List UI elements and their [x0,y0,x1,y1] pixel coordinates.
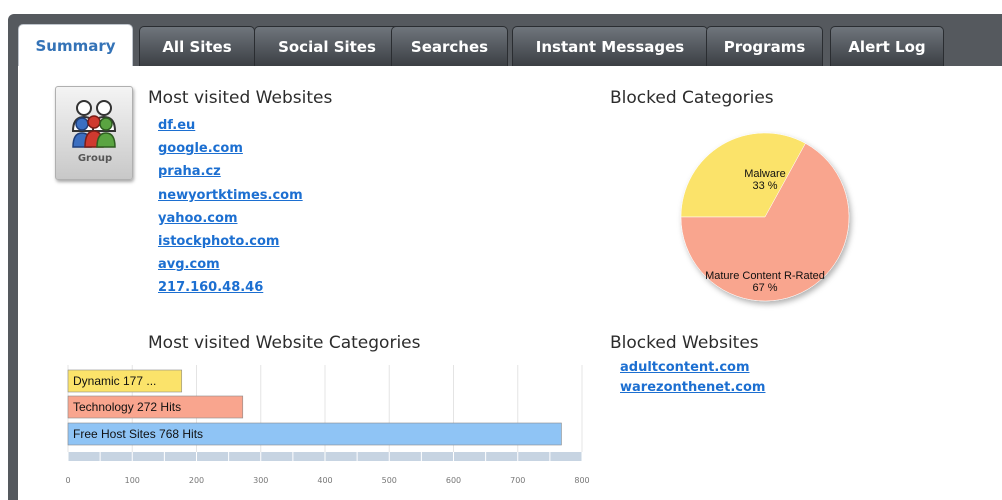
pie-label: Mature Content R-Rated [705,270,825,282]
x-tick-label: 600 [446,476,461,485]
tab-social-sites[interactable]: Social Sites [254,26,400,66]
x-tick-label: 400 [317,476,332,485]
most-visited-categories-heading: Most visited Website Categories [148,333,421,353]
site-link[interactable]: newyortktimes.com [158,184,303,207]
blocked-categories-heading: Blocked Categories [610,88,774,108]
site-link[interactable]: google.com [158,137,303,160]
blocked-site-link[interactable]: warezonthenet.com [620,378,765,398]
tab-searches[interactable]: Searches [391,26,508,66]
blocked-websites-list: adultcontent.com warezonthenet.com [620,358,765,398]
x-tick-label: 700 [510,476,525,485]
site-link[interactable]: yahoo.com [158,207,303,230]
bar-label: Technology 272 Hits [73,400,181,414]
categories-bar-chart: Dynamic 177 ... Technology 272 Hits Free H… [60,365,600,494]
site-link[interactable]: avg.com [158,253,303,276]
tab-bar: Summary All Sites Social Sites Searches … [18,24,1002,66]
x-tick-label: 100 [125,476,140,485]
pie-value-label: 33 % [752,180,777,192]
x-tick-label: 500 [382,476,397,485]
tab-programs[interactable]: Programs [706,26,823,66]
site-link[interactable]: df.eu [158,114,303,137]
tab-summary[interactable]: Summary [18,24,133,66]
group-button[interactable]: Group [55,86,133,180]
pie-label: Malware [744,168,786,180]
group-label: Group [77,153,113,164]
most-visited-websites-heading: Most visited Websites [148,88,333,108]
blocked-websites-heading: Blocked Websites [610,333,759,353]
tab-alert-log[interactable]: Alert Log [830,26,944,66]
x-tick-label: 200 [189,476,204,485]
site-link[interactable]: istockphoto.com [158,230,303,253]
x-tick-label: 0 [65,476,70,485]
tab-all-sites[interactable]: All Sites [139,26,255,66]
x-tick-label: 800 [574,476,589,485]
most-visited-list: df.eu google.com praha.cz newyortktimes.… [158,114,303,300]
bar-label: Free Host Sites 768 Hits [73,427,203,441]
site-link[interactable]: 217.160.48.46 [158,276,303,299]
site-link[interactable]: praha.cz [158,160,303,183]
bar-chart: Dynamic 177 ... Technology 272 Hits Free H… [65,365,590,485]
pie-value-label: 67 % [752,282,777,294]
x-tick-label: 300 [253,476,268,485]
tab-instant-messages[interactable]: Instant Messages [512,26,708,66]
pie-chart: Malware33 % Mature Content R-Rated67 % [680,132,850,302]
blocked-site-link[interactable]: adultcontent.com [620,358,765,378]
group-icon [71,100,117,148]
bar-label: Dynamic 177 ... [73,374,156,388]
blocked-categories-chart: Malware 33 % Mature Content R-Rated 67 % [670,130,870,324]
